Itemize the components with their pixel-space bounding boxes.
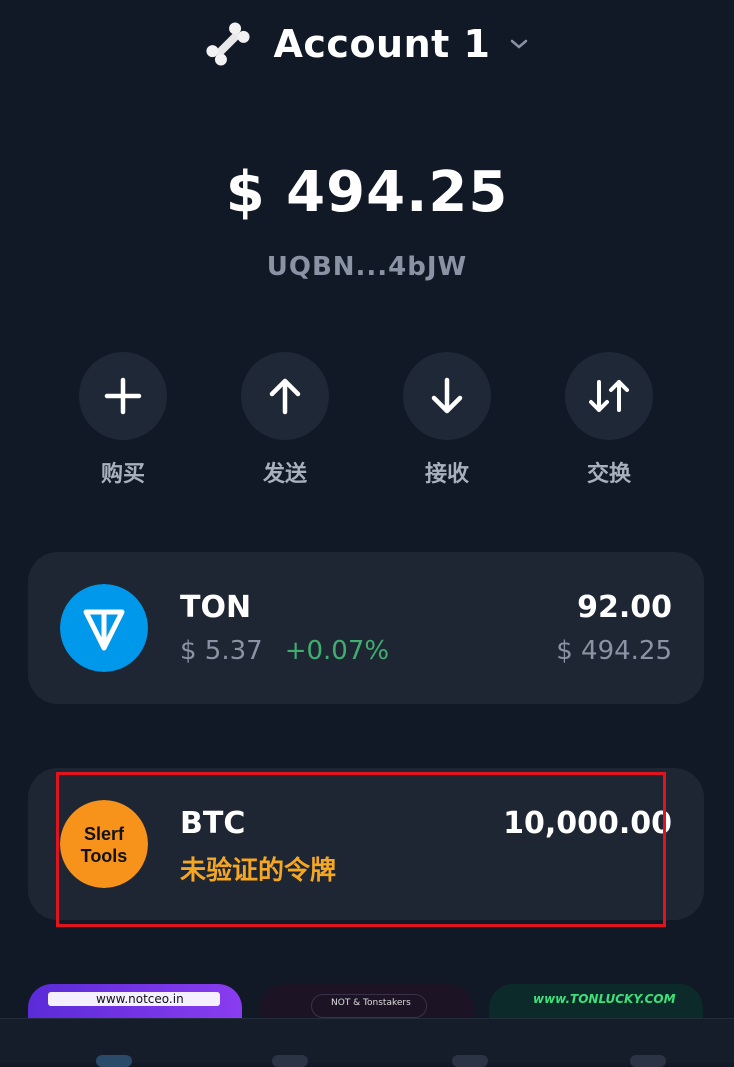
arrow-down-icon: [431, 377, 463, 414]
token-unit-price: $ 5.37: [180, 636, 263, 666]
arrow-up-icon: [269, 378, 301, 415]
buy-label: 购买: [100, 462, 145, 487]
receive-label: 接收: [424, 462, 469, 487]
account-name: Account 1: [273, 22, 491, 66]
bone-icon: [206, 22, 251, 66]
token-name: TON: [180, 590, 252, 625]
token-value: $ 494.25: [556, 636, 672, 666]
wallet-address[interactable]: UQBN...4bJW: [0, 252, 734, 282]
token-amount: 92.00: [577, 590, 672, 625]
send-label: 发送: [262, 462, 307, 487]
nav-wallet-icon[interactable]: [96, 1055, 132, 1067]
plus-icon: [104, 377, 142, 415]
ton-logo-icon: [60, 584, 148, 672]
token-row-ton[interactable]: TON $ 5.37 +0.07% 92.00 $ 494.25: [28, 552, 704, 704]
chevron-down-icon: [510, 39, 527, 49]
token-change: +0.07%: [284, 636, 390, 666]
banner-text: www.notceo.in: [96, 992, 184, 1006]
swap-button[interactable]: 交换: [564, 352, 654, 488]
receive-button[interactable]: 接收: [402, 352, 492, 488]
token-price: $ 5.37 +0.07%: [180, 636, 389, 666]
nav-explore-icon[interactable]: [452, 1055, 488, 1067]
banner-text: www.TONLUCKY.COM: [533, 992, 676, 1006]
banner-text: NOT & Tonstakers: [331, 998, 411, 1008]
send-button[interactable]: 发送: [240, 352, 330, 488]
nav-settings-icon[interactable]: [630, 1055, 666, 1067]
bottom-nav-bar: [0, 1018, 734, 1067]
highlight-box: [56, 772, 666, 927]
total-balance: $ 494.25: [225, 160, 509, 225]
nav-browser-icon[interactable]: [272, 1055, 308, 1067]
swap-icon: [589, 380, 629, 412]
buy-button[interactable]: 购买: [78, 352, 168, 488]
account-selector[interactable]: Account 1: [0, 14, 734, 74]
swap-label: 交换: [586, 462, 631, 487]
